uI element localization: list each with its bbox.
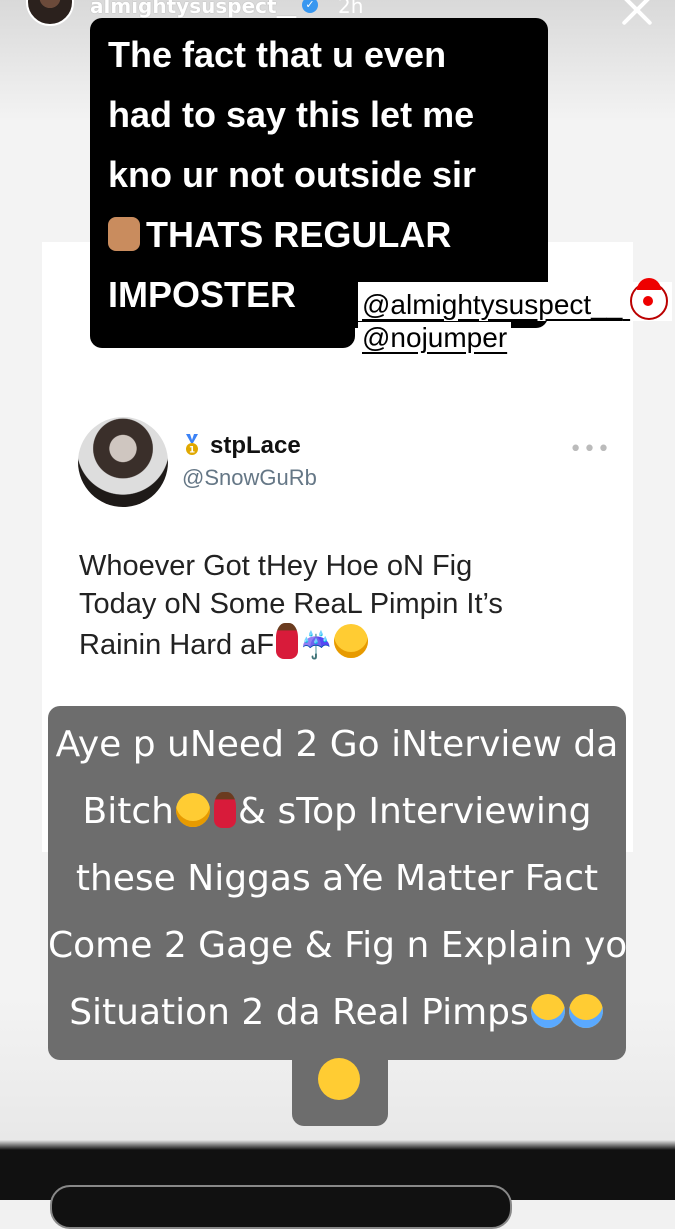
dancer-emoji	[276, 623, 299, 659]
laughing-emoji	[334, 624, 369, 658]
reply-bar[interactable]	[50, 1185, 512, 1229]
caption-top-line: THATS REGULAR	[108, 214, 451, 256]
rofl-emoji	[175, 793, 210, 827]
verified-icon: ✓	[302, 0, 318, 13]
mention-nojumper[interactable]: @nojumper	[358, 322, 512, 354]
mention-almightysuspect[interactable]: @almightysuspect__	[358, 278, 673, 321]
caption-top-line: The fact that u even	[108, 34, 447, 75]
tweet-text-line: Whoever Got tHey Hoe oN Fig	[79, 550, 473, 582]
caption-grey-line: Situation 2 da Real Pimps	[48, 992, 626, 1033]
caption-top-line: had to say this let me	[108, 94, 475, 135]
caption-grey-line: these Niggas aYe Matter Fact	[75, 858, 599, 899]
caption-grey: Aye p uNeed 2 Go iNterview da Bitch & sTo…	[48, 706, 628, 1060]
crying-emoji	[568, 994, 603, 1028]
caption-grey-line: Bitch & sTop Interviewing	[82, 791, 592, 832]
shrug-emoji	[108, 217, 140, 251]
avatar[interactable]	[26, 0, 74, 26]
tweet-name: 1 stpLace	[182, 432, 301, 460]
tweet-text-line: Rainin Hard aF ☔	[79, 623, 609, 664]
caption-top-line: kno ur not outside sir	[108, 154, 477, 195]
svg-text:1: 1	[189, 446, 195, 456]
dancer-emoji	[213, 792, 236, 828]
caption-top-line: IMPOSTER	[108, 274, 297, 315]
umbrella-emoji: ☔	[300, 630, 333, 660]
medal-icon: 1	[186, 434, 198, 456]
crying-emoji	[530, 994, 565, 1028]
tweet-handle: @SnowGuRb	[182, 465, 317, 490]
username[interactable]: almightysuspect__	[90, 0, 297, 18]
tweet-text: Whoever Got tHey Hoe oN Fig Today oN Som…	[79, 547, 609, 664]
tweet-text-line: Today oN Some ReaL Pimpin It’s	[79, 588, 503, 620]
exhale-emoji	[318, 1058, 360, 1100]
caption-grey-line: Aye p uNeed 2 Go iNterview da	[55, 724, 619, 765]
timestamp: 2h	[338, 0, 364, 18]
more-icon[interactable]: •••	[569, 437, 611, 462]
caption-grey-line: Come 2 Gage & Fig n Explain yo	[48, 925, 628, 966]
close-icon[interactable]	[617, 0, 657, 30]
clown-icon	[630, 278, 669, 320]
tweet-avatar	[78, 417, 168, 507]
